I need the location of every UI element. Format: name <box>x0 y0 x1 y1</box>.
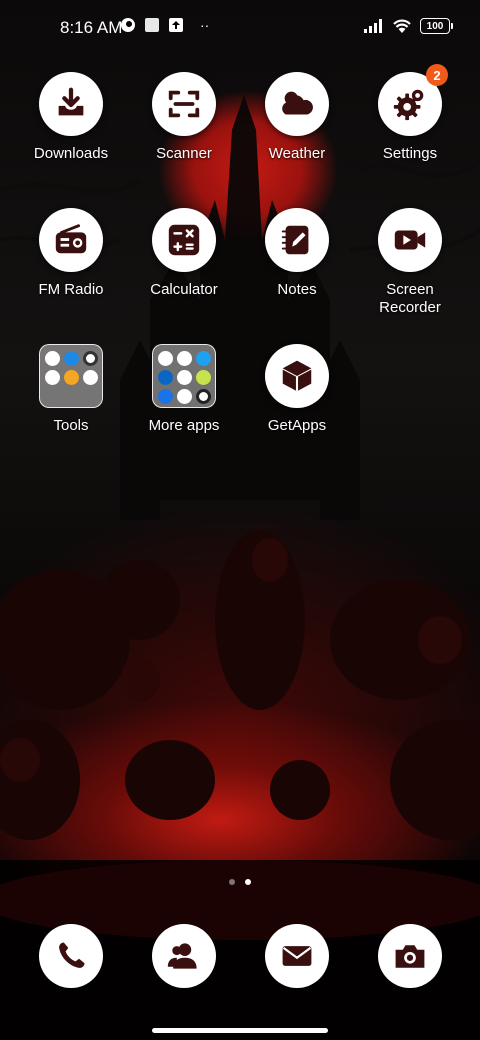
page-dot-1[interactable] <box>229 879 235 885</box>
status-bar: 8:16 AM ·· 100 <box>0 0 480 56</box>
mini-recorder-icon <box>45 351 60 366</box>
app-weather[interactable]: Weather <box>241 72 353 163</box>
mini-compass-icon <box>83 351 98 366</box>
mini-amazon-icon <box>158 351 173 366</box>
download-icon <box>39 72 103 136</box>
box-icon <box>265 344 329 408</box>
dock-mail[interactable] <box>265 924 329 988</box>
app-label-settings: Settings <box>382 145 438 162</box>
home-gesture-bar[interactable] <box>152 1028 328 1033</box>
folder-label-tools: Tools <box>53 417 89 434</box>
mini-tool-icon <box>64 370 79 385</box>
contacts-icon <box>167 943 197 969</box>
app-settings[interactable]: 2 Settings <box>354 64 466 163</box>
folder-tools[interactable]: Tools <box>15 344 127 435</box>
more-notifications: ·· <box>200 17 210 33</box>
mini-game-icon <box>83 370 98 385</box>
app-label-calculator: Calculator <box>150 281 218 298</box>
folder-icon <box>152 344 216 408</box>
square-icon <box>145 18 159 32</box>
dock-contacts[interactable] <box>152 924 216 988</box>
app-notes[interactable]: Notes <box>241 208 353 299</box>
mini-play-icon <box>177 389 192 404</box>
mini-linkedin-icon <box>158 370 173 385</box>
mini-app2-icon <box>177 370 192 385</box>
app-screen-recorder[interactable]: Screen Recorder <box>354 208 466 317</box>
dock-camera[interactable] <box>378 924 442 988</box>
app-label-screen-recorder: Screen Recorder <box>379 281 441 316</box>
app-label-getapps: GetApps <box>267 417 327 434</box>
app-scanner[interactable]: Scanner <box>128 72 240 163</box>
gear-icon: 2 <box>378 64 448 136</box>
scan-icon <box>152 72 216 136</box>
notes-icon <box>265 208 329 272</box>
mini-link-icon <box>64 351 79 366</box>
upload-icon <box>169 18 183 32</box>
app-calculator[interactable]: Calculator <box>128 208 240 299</box>
page-indicator <box>0 879 480 885</box>
app-label-fm-radio: FM Radio <box>38 281 104 298</box>
settings-badge: 2 <box>426 64 448 86</box>
mini-app4-icon <box>196 389 211 404</box>
page-dot-2[interactable] <box>245 879 251 885</box>
mini-app3-icon <box>196 370 211 385</box>
calculator-icon <box>152 208 216 272</box>
wifi-icon <box>393 19 411 33</box>
app-getapps[interactable]: GetApps <box>241 344 353 435</box>
signal-icon <box>364 19 382 33</box>
app-label-downloads: Downloads <box>33 145 109 162</box>
folder-label-more-apps: More apps <box>148 417 220 434</box>
mail-icon <box>282 946 312 966</box>
notification-icons: ·· <box>120 17 209 33</box>
app-label-scanner: Scanner <box>156 145 212 162</box>
folder-more-apps[interactable]: More apps <box>128 344 240 435</box>
app-downloads[interactable]: Downloads <box>15 72 127 163</box>
mini-help-icon <box>45 370 60 385</box>
camera-icon <box>395 945 425 968</box>
cloud-icon <box>265 72 329 136</box>
video-camera-icon <box>378 208 442 272</box>
app-label-weather: Weather <box>268 145 326 162</box>
radio-icon <box>39 208 103 272</box>
mini-facebook-icon <box>177 351 192 366</box>
battery-indicator: 100 <box>420 18 453 34</box>
phone-icon <box>59 942 85 968</box>
status-time: 8:16 AM <box>60 18 123 37</box>
mini-booking-icon <box>158 389 173 404</box>
status-right: 100 <box>364 18 453 34</box>
dock-phone[interactable] <box>39 924 103 988</box>
mini-app-icon <box>196 351 211 366</box>
folder-icon <box>39 344 103 408</box>
app-label-notes: Notes <box>277 281 317 298</box>
app-notification-icon <box>121 18 135 32</box>
app-fm-radio[interactable]: FM Radio <box>15 208 127 299</box>
